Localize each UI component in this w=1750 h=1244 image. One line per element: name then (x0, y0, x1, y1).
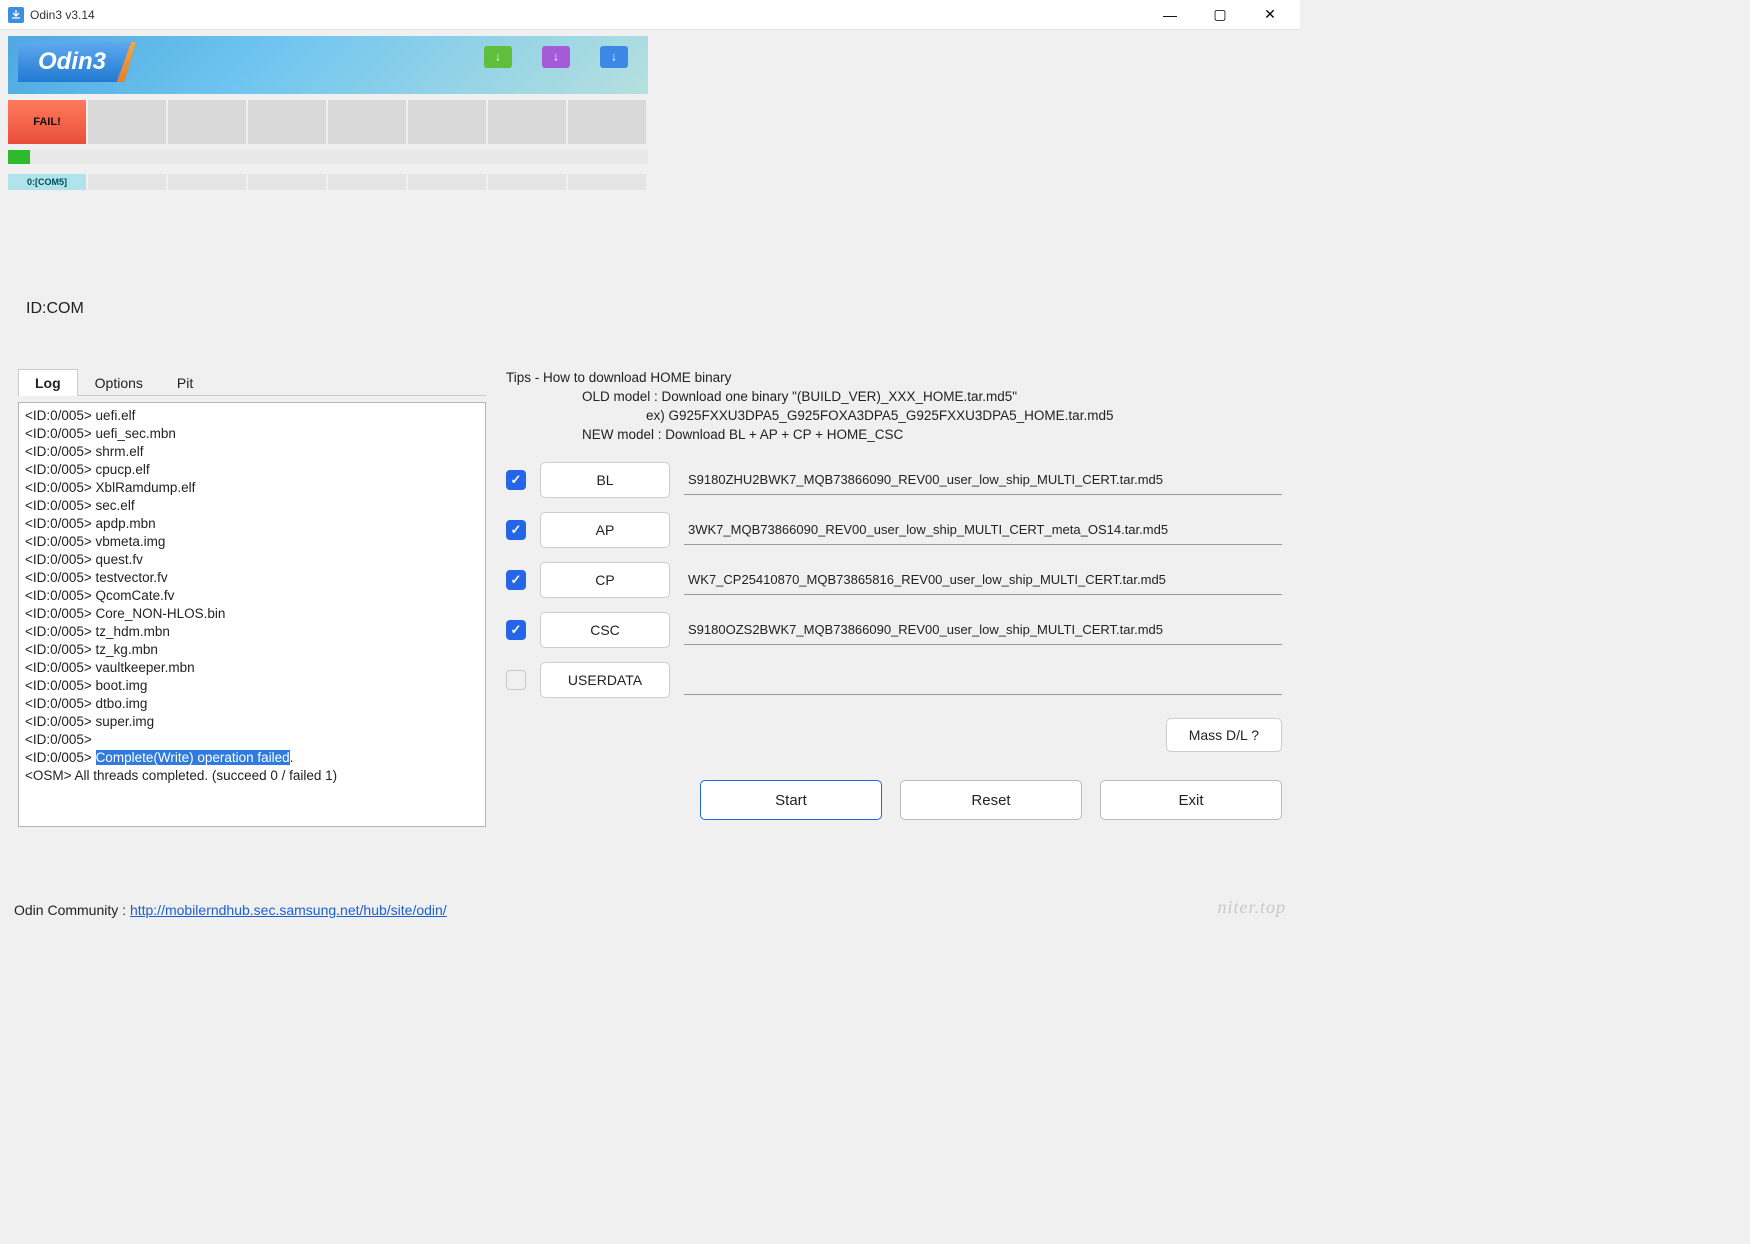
com-slot-7 (568, 174, 646, 190)
status-slot-4 (328, 100, 406, 144)
status-slot-3 (248, 100, 326, 144)
path-ap[interactable]: 3WK7_MQB73866090_REV00_user_low_ship_MUL… (684, 515, 1282, 545)
checkbox-ap[interactable]: ✓ (506, 520, 526, 540)
banner-cube-green-icon (484, 46, 512, 68)
minimize-button[interactable]: — (1160, 5, 1180, 25)
banner-cube-blue-icon (600, 46, 628, 68)
checkbox-userdata[interactable] (506, 670, 526, 690)
tips-line3: NEW model : Download BL + AP + CP + HOME… (506, 425, 1282, 444)
path-cp[interactable]: WK7_CP25410870_MQB73865816_REV00_user_lo… (684, 565, 1282, 595)
tab-pit[interactable]: Pit (160, 369, 210, 396)
banner-cube-purple-icon (542, 46, 570, 68)
status-slot-2 (168, 100, 246, 144)
window-title: Odin3 v3.14 (30, 8, 95, 22)
close-button[interactable]: ✕ (1260, 5, 1280, 25)
row-csc: ✓ CSC S9180OZS2BWK7_MQB73866090_REV00_us… (506, 612, 1282, 648)
status-slot-5 (408, 100, 486, 144)
com-slot-6 (488, 174, 566, 190)
row-cp: ✓ CP WK7_CP25410870_MQB73865816_REV00_us… (506, 562, 1282, 598)
idcom-label: ID:COM (8, 300, 1292, 318)
tabs: Log Options Pit (18, 368, 486, 396)
mass-dl-button[interactable]: Mass D/L ? (1166, 718, 1282, 752)
com-slot-1 (88, 174, 166, 190)
tips-line1: OLD model : Download one binary "(BUILD_… (506, 387, 1282, 406)
com-slots: 0:[COM5] (8, 174, 1292, 190)
banner-logo-text: Odin3 (18, 42, 136, 82)
status-slots: FAIL! (8, 100, 1292, 144)
tab-log[interactable]: Log (18, 369, 78, 396)
row-ap: ✓ AP 3WK7_MQB73866090_REV00_user_low_shi… (506, 512, 1282, 548)
footer: Odin Community : http://mobilerndhub.sec… (14, 902, 447, 918)
log-textarea[interactable]: <ID:0/005> uefi.elf<ID:0/005> uefi_sec.m… (18, 402, 486, 827)
tips-block: Tips - How to download HOME binary OLD m… (506, 368, 1282, 462)
titlebar: Odin3 v3.14 — ▢ ✕ (0, 0, 1300, 30)
tab-options[interactable]: Options (78, 369, 160, 396)
total-progress (8, 150, 648, 164)
status-slot-7 (568, 100, 646, 144)
button-userdata[interactable]: USERDATA (540, 662, 670, 698)
checkbox-cp[interactable]: ✓ (506, 570, 526, 590)
com-slot-0[interactable]: 0:[COM5] (8, 174, 86, 190)
exit-button[interactable]: Exit (1100, 780, 1282, 820)
status-slot-0: FAIL! (8, 100, 86, 144)
button-bl[interactable]: BL (540, 462, 670, 498)
path-bl[interactable]: S9180ZHU2BWK7_MQB73866090_REV00_user_low… (684, 465, 1282, 495)
row-userdata: USERDATA (506, 662, 1282, 698)
button-ap[interactable]: AP (540, 512, 670, 548)
com-slot-2 (168, 174, 246, 190)
tips-line2: ex) G925FXXU3DPA5_G925FOXA3DPA5_G925FXXU… (506, 406, 1282, 425)
com-slot-5 (408, 174, 486, 190)
footer-link[interactable]: http://mobilerndhub.sec.samsung.net/hub/… (130, 902, 447, 918)
banner-icons (484, 46, 628, 68)
row-bl: ✓ BL S9180ZHU2BWK7_MQB73866090_REV00_use… (506, 462, 1282, 498)
total-progress-fill (8, 150, 30, 164)
watermark: niter.top (1217, 897, 1286, 918)
maximize-button[interactable]: ▢ (1210, 5, 1230, 25)
start-button[interactable]: Start (700, 780, 882, 820)
reset-button[interactable]: Reset (900, 780, 1082, 820)
path-userdata[interactable] (684, 665, 1282, 695)
path-csc[interactable]: S9180OZS2BWK7_MQB73866090_REV00_user_low… (684, 615, 1282, 645)
com-slot-4 (328, 174, 406, 190)
button-cp[interactable]: CP (540, 562, 670, 598)
banner: Odin3 (8, 36, 648, 94)
button-csc[interactable]: CSC (540, 612, 670, 648)
footer-prefix: Odin Community : (14, 902, 130, 918)
tips-title: Tips - How to download HOME binary (506, 368, 1282, 387)
com-slot-3 (248, 174, 326, 190)
app-icon (8, 7, 24, 23)
status-slot-1 (88, 100, 166, 144)
checkbox-csc[interactable]: ✓ (506, 620, 526, 640)
status-slot-6 (488, 100, 566, 144)
checkbox-bl[interactable]: ✓ (506, 470, 526, 490)
